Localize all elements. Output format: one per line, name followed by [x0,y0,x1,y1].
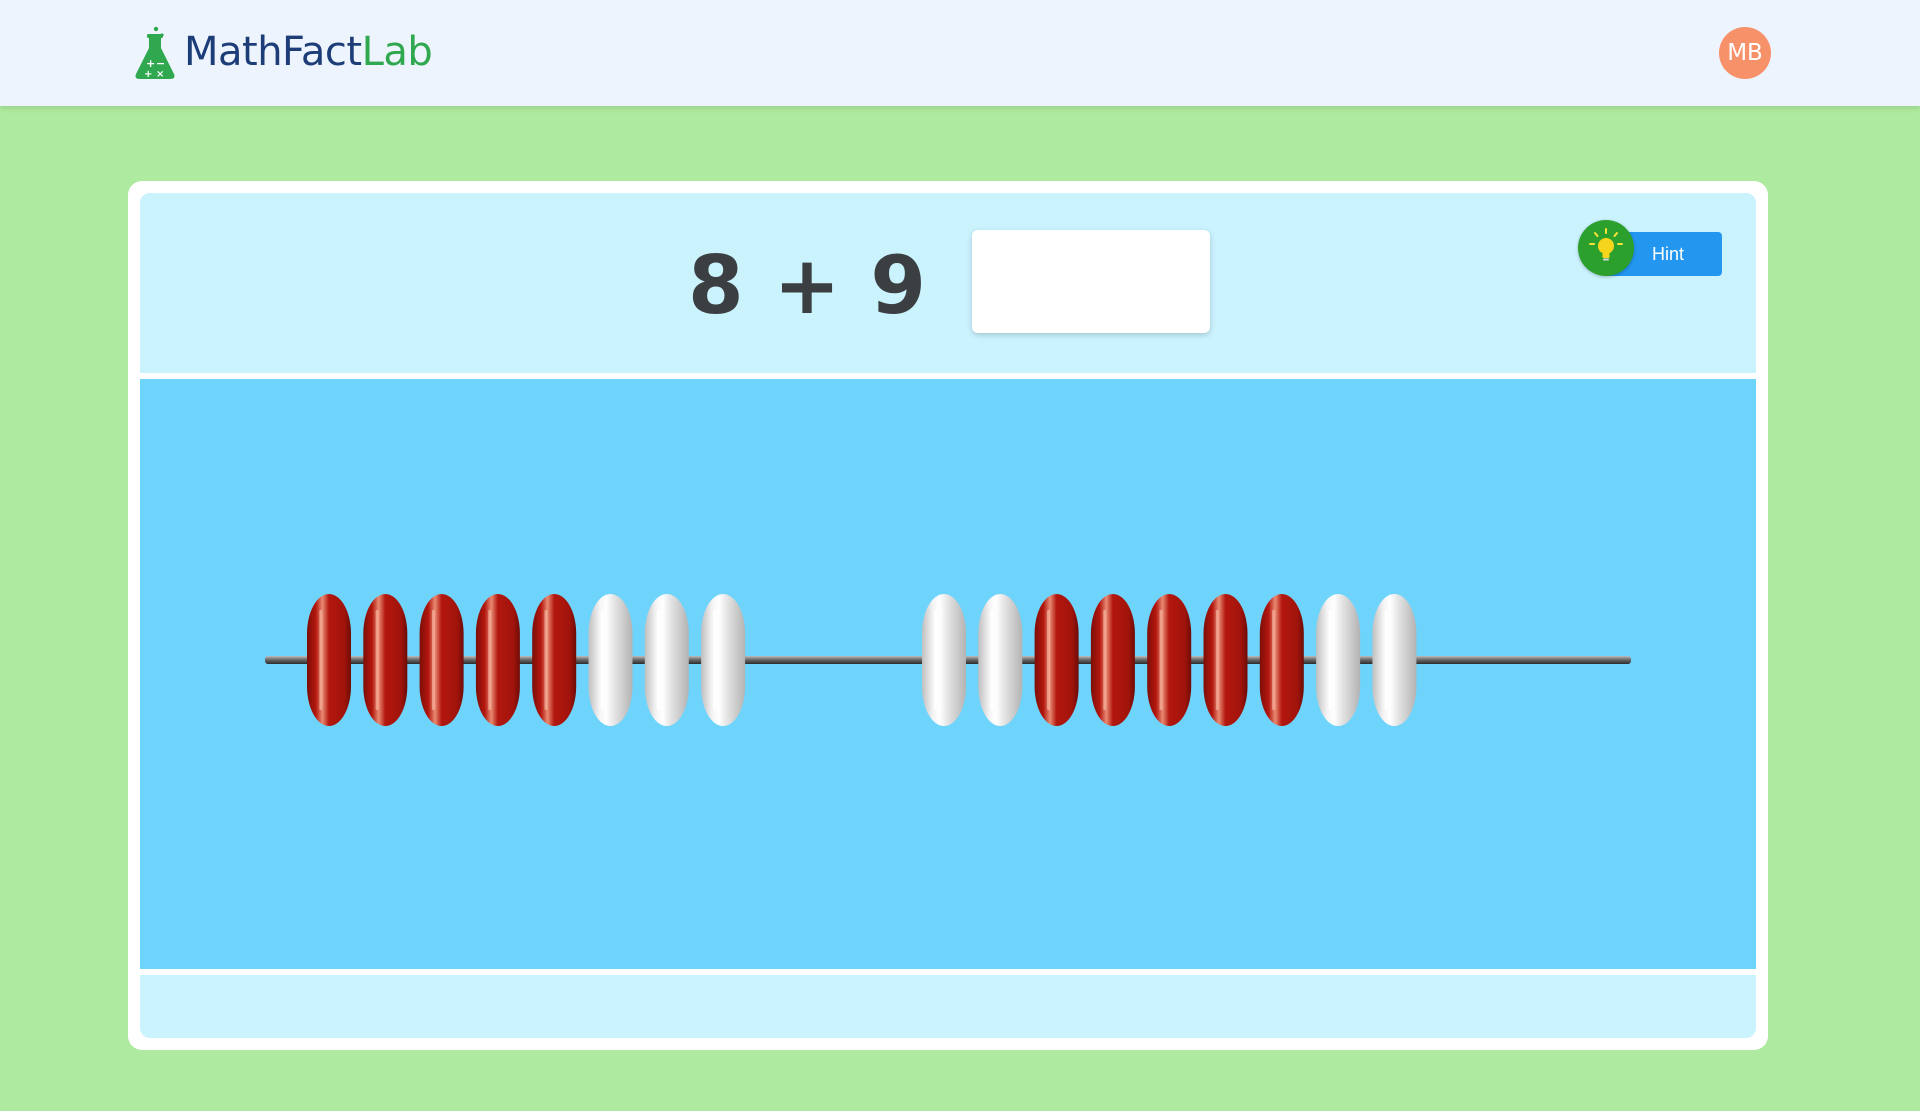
answer-input[interactable] [972,230,1210,333]
question-panel: 8 + 9 = Hint [140,193,1756,373]
abacus-bead-red[interactable] [532,594,577,726]
abacus-bead-white[interactable] [701,594,746,726]
lightbulb-icon [1578,220,1634,276]
abacus-bead-white[interactable] [588,594,633,726]
abacus-bead-red[interactable] [1203,594,1248,726]
abacus-bead-red[interactable] [1147,594,1192,726]
brand-name: MathFactLab [184,24,433,80]
abacus-bead-red[interactable] [363,594,408,726]
abacus-bead-white[interactable] [978,594,1023,726]
flask-icon: + − + × [132,24,178,80]
abacus-bead-white[interactable] [1372,594,1417,726]
hint-button[interactable]: Hint [1578,220,1722,276]
brand-name-part1: MathFact [184,29,362,75]
app-logo[interactable]: + − + × MathFactLab [132,24,433,80]
abacus-bead-white[interactable] [1316,594,1361,726]
abacus-bead-red[interactable] [419,594,464,726]
abacus-bead-red[interactable] [1090,594,1135,726]
abacus-bead-red[interactable] [1034,594,1079,726]
brand-name-part2: Lab [361,29,433,75]
abacus-bead-red[interactable] [475,594,520,726]
user-avatar[interactable]: MB [1719,27,1771,79]
abacus-bead-red[interactable] [1259,594,1304,726]
svg-text:+: + [144,69,152,80]
abacus-bead-white[interactable] [644,594,689,726]
top-bar: + − + × MathFactLab MB [0,0,1920,106]
abacus-bead-red[interactable] [307,594,351,726]
abacus-bead-white[interactable] [922,594,966,726]
practice-card: 8 + 9 = Hint [128,181,1768,1050]
feedback-panel [140,975,1756,1038]
svg-text:×: × [156,69,164,80]
abacus [265,594,1631,726]
abacus-area [140,379,1756,969]
problem-expression: 8 + 9 [688,238,928,332]
